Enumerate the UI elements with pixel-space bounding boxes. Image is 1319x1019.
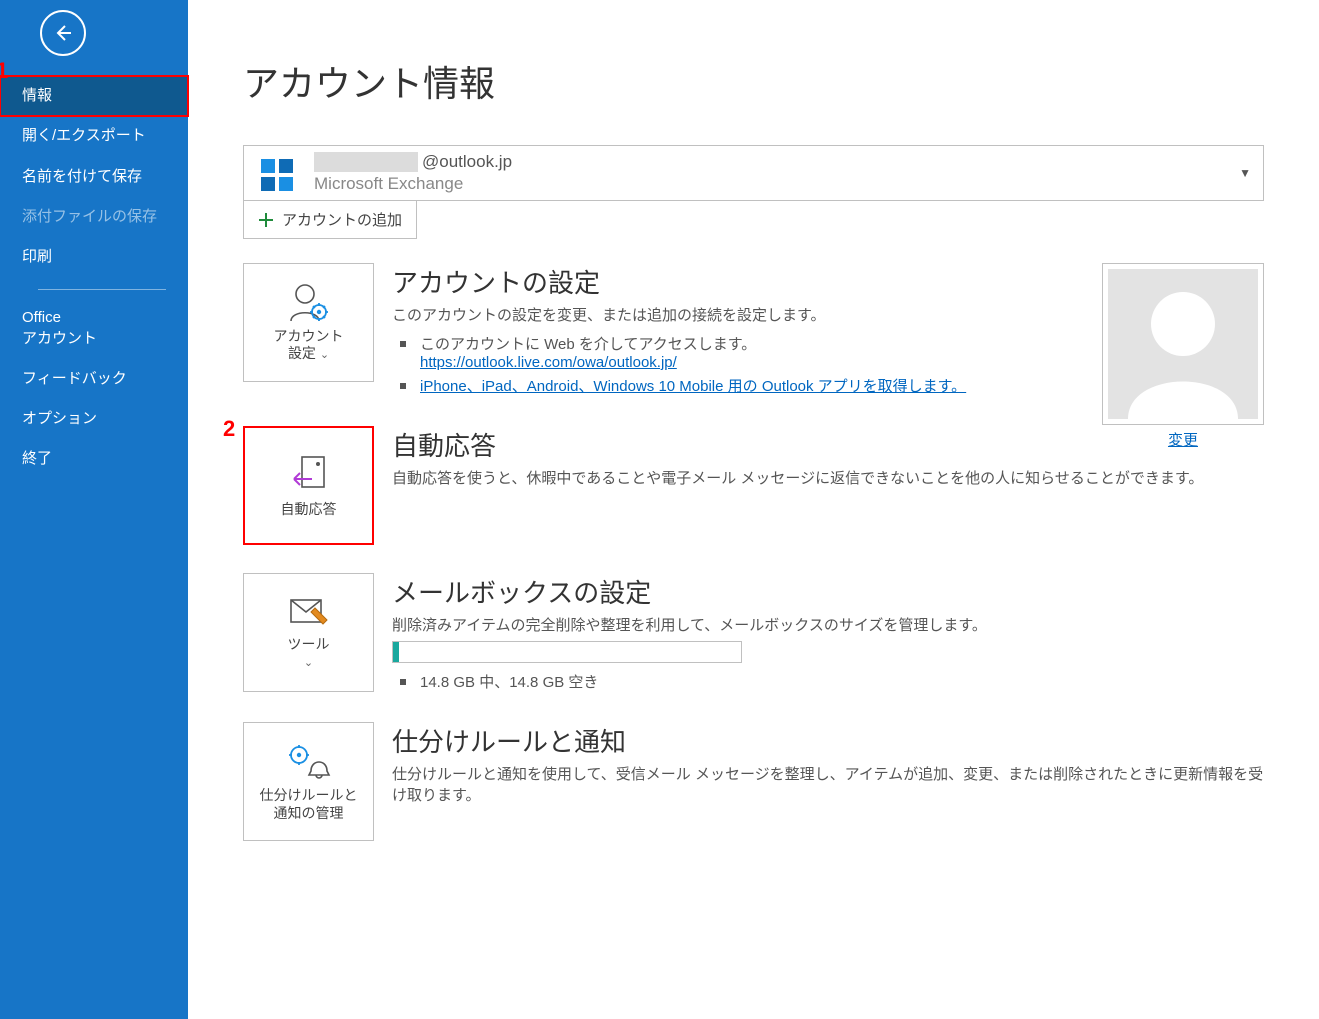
sidebar-item-save-as[interactable]: 名前を付けて保存 [0, 157, 188, 197]
sidebar-item-info[interactable]: 情報 [0, 76, 188, 116]
auto-reply-desc: 自動応答を使うと、休暇中であることや電子メール メッセージに返信できないことを他… [392, 467, 1264, 488]
account-email-redacted [314, 152, 418, 172]
page-title: アカウント情報 [243, 55, 1264, 107]
mailbox-settings-title: メールボックスの設定 [392, 573, 1264, 610]
tools-tile-label: ツール⌄ [288, 636, 330, 671]
plus-icon [258, 212, 274, 228]
sidebar-separator [38, 289, 166, 290]
sidebar-item-save-attachments: 添付ファイルの保存 [0, 197, 188, 237]
sidebar-item-options[interactable]: オプション [0, 399, 188, 439]
rules-bell-gear-icon [285, 741, 333, 781]
account-email-suffix: @outlook.jp [422, 152, 512, 172]
sidebar-item-exit[interactable]: 終了 [0, 439, 188, 479]
settings-bullet-owa: このアカウントに Web を介してアクセスします。 https://outloo… [410, 331, 1074, 373]
account-settings-title: アカウントの設定 [392, 263, 1074, 300]
account-settings-tile-label: アカウント 設定 ⌄ [274, 328, 344, 363]
profile-picture-box: 変更 [1102, 263, 1264, 450]
account-lines: @outlook.jp Microsoft Exchange [314, 152, 512, 194]
person-gear-icon [287, 282, 331, 322]
back-button[interactable] [40, 10, 86, 56]
add-account-label: アカウントの追加 [282, 209, 402, 230]
auto-reply-tile[interactable]: 自動応答 [243, 426, 374, 545]
backstage-sidebar: 1 情報 開く/エクスポート 名前を付けて保存 添付ファイルの保存 印刷 Off… [0, 0, 188, 1019]
chevron-down-icon: ▼ [1239, 166, 1251, 180]
annotation-number-2: 2 [223, 416, 235, 442]
auto-reply-tile-label: 自動応答 [281, 501, 337, 519]
sidebar-item-feedback[interactable]: フィードバック [0, 359, 188, 399]
sidebar-item-print[interactable]: 印刷 [0, 237, 188, 277]
sidebar-item-office-account[interactable]: Office アカウント [0, 298, 188, 359]
account-selector[interactable]: @outlook.jp Microsoft Exchange ▼ [243, 145, 1264, 201]
profile-placeholder-icon [1108, 269, 1258, 419]
add-account-button[interactable]: アカウントの追加 [243, 201, 417, 239]
arrow-left-icon [51, 21, 75, 45]
account-settings-tile[interactable]: アカウント 設定 ⌄ [243, 263, 374, 382]
annotation-number-1: 1 [0, 58, 8, 84]
chevron-down-icon: ⌄ [320, 349, 329, 361]
mobile-apps-link[interactable]: iPhone、iPad、Android、Windows 10 Mobile 用の… [420, 378, 966, 395]
profile-picture-frame [1102, 263, 1264, 425]
auto-reply-icon [288, 453, 330, 495]
tools-tile[interactable]: ツール⌄ [243, 573, 374, 692]
exchange-icon [256, 152, 298, 194]
settings-bullet-mobile: iPhone、iPad、Android、Windows 10 Mobile 用の… [410, 373, 1074, 398]
rules-title: 仕分けルールと通知 [392, 722, 1264, 759]
account-type: Microsoft Exchange [314, 174, 512, 194]
auto-reply-title: 自動応答 [392, 426, 1264, 463]
owa-link[interactable]: https://outlook.live.com/owa/outlook.jp/ [420, 354, 677, 371]
mailbox-quota-bar [392, 641, 742, 663]
sidebar-item-open-export[interactable]: 開く/エクスポート [0, 116, 188, 156]
main-content: アカウント情報 @outlook.jp Microsoft Exchange ▼… [188, 0, 1319, 1019]
rules-tile[interactable]: 仕分けルールと 通知の管理 [243, 722, 374, 841]
mailbox-tools-icon [287, 594, 331, 630]
rules-tile-label: 仕分けルールと 通知の管理 [260, 787, 358, 822]
mailbox-settings-desc: 削除済みアイテムの完全削除や整理を利用して、メールボックスのサイズを管理します。 [392, 614, 1264, 635]
account-settings-desc: このアカウントの設定を変更、または追加の接続を設定します。 [392, 304, 1074, 325]
chevron-down-icon: ⌄ [304, 657, 313, 669]
rules-desc: 仕分けルールと通知を使用して、受信メール メッセージを整理し、アイテムが追加、変… [392, 763, 1264, 805]
mailbox-quota-text: 14.8 GB 中、14.8 GB 空き [410, 669, 1264, 694]
